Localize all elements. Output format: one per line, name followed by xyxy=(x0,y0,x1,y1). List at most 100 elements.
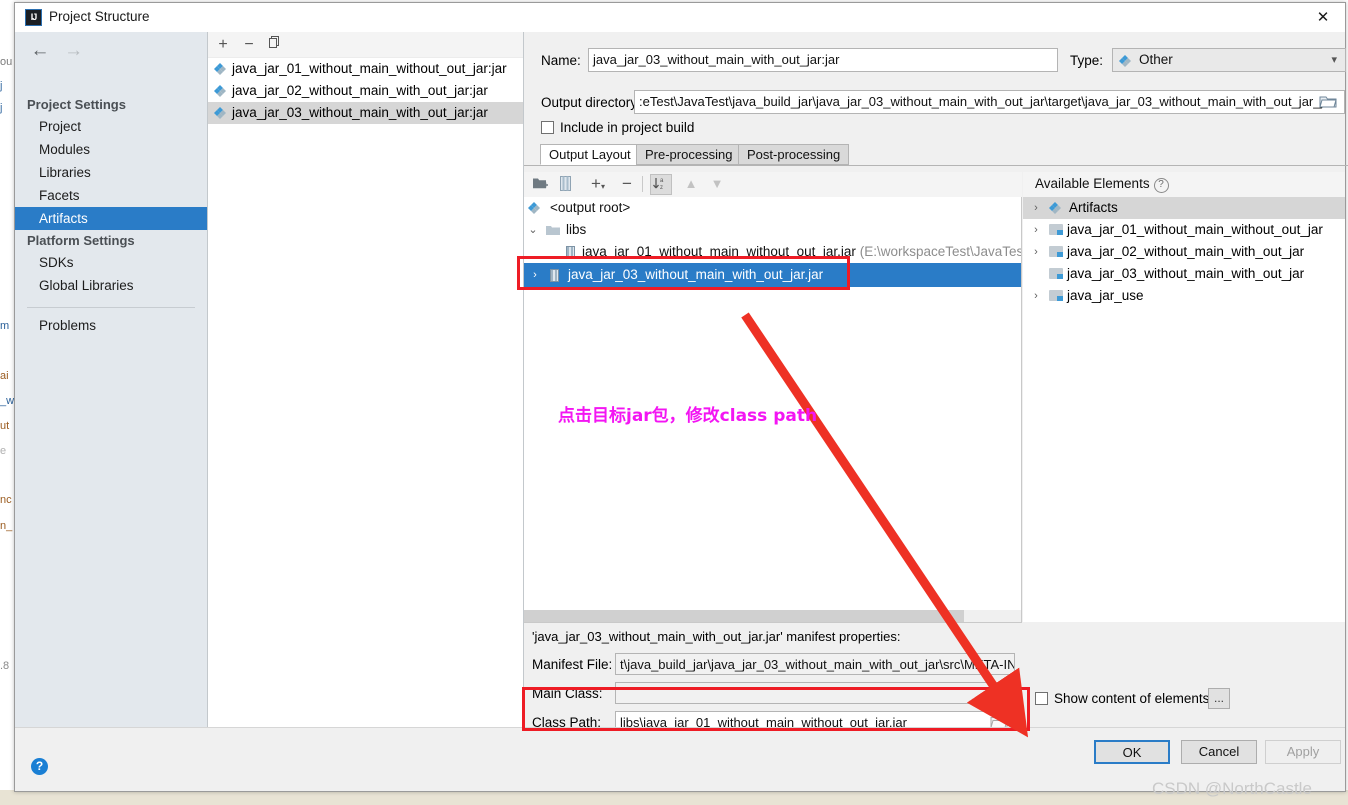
question-mark-icon[interactable]: ? xyxy=(1153,178,1169,193)
type-select[interactable]: Other ▾ xyxy=(1112,48,1346,72)
bg-fragment: .8 xyxy=(0,660,10,672)
help-button[interactable]: ? xyxy=(31,758,48,775)
bg-fragment: ut xyxy=(0,420,10,432)
apply-button: Apply xyxy=(1265,740,1341,764)
dialog-title: Project Structure xyxy=(49,9,150,24)
sort-alphabetically-icon[interactable]: a z xyxy=(650,174,672,195)
bg-fragment: j xyxy=(0,102,3,114)
sidebar-item-libraries[interactable]: Libraries xyxy=(15,161,207,184)
tree-row[interactable]: ⌄ libs xyxy=(524,219,1021,241)
chevron-right-icon[interactable]: › xyxy=(1029,241,1043,263)
available-elements-tree[interactable]: › Artifacts › java_jar_01_without_main_w… xyxy=(1023,197,1345,622)
chevron-right-icon[interactable]: › xyxy=(1029,197,1043,219)
include-in-project-build-label: Include in project build xyxy=(560,120,695,135)
ok-button[interactable]: OK xyxy=(1094,740,1170,764)
move-down-icon: ▼ xyxy=(710,176,724,191)
chevron-right-icon[interactable]: › xyxy=(1029,285,1043,307)
output-directory-input[interactable]: :eTest\JavaTest\java_build_jar\java_jar_… xyxy=(634,90,1345,114)
arrow-right-icon[interactable]: → xyxy=(59,40,89,62)
tab-post-processing[interactable]: Post-processing xyxy=(738,144,850,165)
settings-sidebar: ← → Project Settings Project Modules Lib… xyxy=(15,32,208,729)
tree-row[interactable]: <output root> xyxy=(524,197,1021,219)
show-content-options-button[interactable]: ... xyxy=(1208,688,1230,709)
artifact-diamond-icon xyxy=(1119,55,1131,67)
show-content-of-elements-checkbox[interactable] xyxy=(1035,692,1048,705)
folder-icon[interactable] xyxy=(1319,94,1339,110)
output-layout-tree[interactable]: <output root> ⌄ libs java_jar_01_without… xyxy=(524,197,1022,622)
tab-output-layout[interactable]: Output Layout xyxy=(540,144,640,165)
tree-row-label: java_jar_01_without_main_without_out_jar… xyxy=(582,244,856,259)
available-elements-title: Available Elements? xyxy=(1035,176,1169,193)
sidebar-group-project-settings: Project Settings xyxy=(27,97,126,112)
tree-row-path: (E:\workspaceTest\JavaTest\java_ xyxy=(859,244,1021,259)
dialog-button-bar: ? OK Cancel Apply xyxy=(15,727,1345,791)
main-class-label: Main Class: xyxy=(532,686,603,701)
add-artifact-button[interactable]: + xyxy=(212,34,234,55)
chevron-down-icon[interactable]: ⌄ xyxy=(526,219,540,241)
chevron-right-icon[interactable]: › xyxy=(1029,219,1043,241)
add-icon[interactable]: +▾ xyxy=(586,174,610,194)
artifact-diamond-icon xyxy=(214,85,226,97)
tree-row-label: java_jar_02_without_main_with_out_jar xyxy=(1067,244,1305,259)
bg-fragment: e xyxy=(0,445,7,457)
tab-pre-processing[interactable]: Pre-processing xyxy=(636,144,742,165)
sidebar-item-global-libraries[interactable]: Global Libraries xyxy=(15,274,207,297)
module-folder-icon xyxy=(1049,224,1063,235)
close-icon[interactable]: ✕ xyxy=(1301,3,1345,32)
artifact-diamond-icon xyxy=(214,107,226,119)
bg-fragment: ai xyxy=(0,370,9,382)
list-item[interactable]: java_jar_03_without_main_with_out_jar:ja… xyxy=(208,102,523,124)
manifest-file-label: Manifest File: xyxy=(532,657,613,672)
tree-row[interactable]: › java_jar_02_without_main_with_out_jar xyxy=(1023,241,1345,263)
move-up-icon: ▲ xyxy=(684,176,698,191)
sidebar-item-sdks[interactable]: SDKs xyxy=(15,251,207,274)
ide-status-bar xyxy=(0,790,1348,805)
cancel-button[interactable]: Cancel xyxy=(1181,740,1257,764)
manifest-file-input[interactable]: t\java_build_jar\java_jar_03_without_mai… xyxy=(615,653,1015,675)
tree-row[interactable]: java_jar_01_without_main_without_out_jar… xyxy=(524,241,1021,263)
remove-artifact-button[interactable]: − xyxy=(238,34,260,55)
chevron-right-icon[interactable]: › xyxy=(528,263,542,287)
svg-text:z: z xyxy=(660,185,663,191)
tree-row[interactable]: java_jar_03_without_main_with_out_jar xyxy=(1023,263,1345,285)
name-label: Name: xyxy=(541,53,581,68)
sidebar-item-project[interactable]: Project xyxy=(15,115,207,138)
output-layout-toolbar: +▾ − a z ▲ ▼ xyxy=(524,172,1022,198)
tree-row[interactable]: › java_jar_03_without_main_with_out_jar.… xyxy=(524,263,1021,287)
toolbar-divider xyxy=(642,176,643,192)
list-item-label: java_jar_01_without_main_without_out_jar… xyxy=(232,61,507,76)
manifest-properties-title: 'java_jar_03_without_main_with_out_jar.j… xyxy=(532,629,901,644)
tree-horizontal-scrollbar[interactable] xyxy=(524,610,1021,622)
sidebar-item-artifacts[interactable]: Artifacts xyxy=(15,207,207,230)
remove-icon[interactable]: − xyxy=(616,174,638,194)
folder-icon[interactable] xyxy=(990,686,1009,703)
artifact-diamond-icon xyxy=(214,63,226,75)
sidebar-item-modules[interactable]: Modules xyxy=(15,138,207,161)
main-class-input[interactable] xyxy=(615,682,1015,704)
tree-row-label: java_jar_01_without_main_without_out_jar xyxy=(1067,222,1323,237)
tree-row-label: java_jar_03_without_main_with_out_jar xyxy=(1067,266,1305,281)
sidebar-item-facets[interactable]: Facets xyxy=(15,184,207,207)
create-directory-icon[interactable] xyxy=(532,176,549,194)
tree-row[interactable]: › java_jar_use xyxy=(1023,285,1345,307)
module-folder-icon xyxy=(1049,268,1063,279)
tree-row[interactable]: › Artifacts xyxy=(1023,197,1345,219)
include-in-project-build-checkbox[interactable] xyxy=(541,121,554,134)
list-item[interactable]: java_jar_02_without_main_with_out_jar:ja… xyxy=(208,80,523,102)
extract-jar-icon[interactable] xyxy=(560,176,571,194)
list-item[interactable]: java_jar_01_without_main_without_out_jar… xyxy=(208,58,523,80)
manifest-properties-panel: 'java_jar_03_without_main_with_out_jar.j… xyxy=(524,622,1022,733)
artifact-diamond-icon xyxy=(528,202,540,214)
tree-row[interactable]: › java_jar_01_without_main_without_out_j… xyxy=(1023,219,1345,241)
type-label: Type: xyxy=(1070,53,1104,68)
tree-row-label: libs xyxy=(566,222,587,237)
arrow-left-icon[interactable]: ← xyxy=(25,40,55,62)
artifacts-list-toolbar: + − xyxy=(208,32,523,58)
type-select-value: Other xyxy=(1139,52,1173,67)
tree-row-label: java_jar_03_without_main_with_out_jar.ja… xyxy=(568,267,824,282)
name-input[interactable]: java_jar_03_without_main_with_out_jar:ja… xyxy=(588,48,1058,72)
sidebar-item-problems[interactable]: Problems xyxy=(15,314,207,337)
copy-artifact-icon[interactable] xyxy=(264,34,286,55)
nav-history-controls: ← → xyxy=(25,40,89,62)
tree-row-label: <output root> xyxy=(550,200,631,215)
